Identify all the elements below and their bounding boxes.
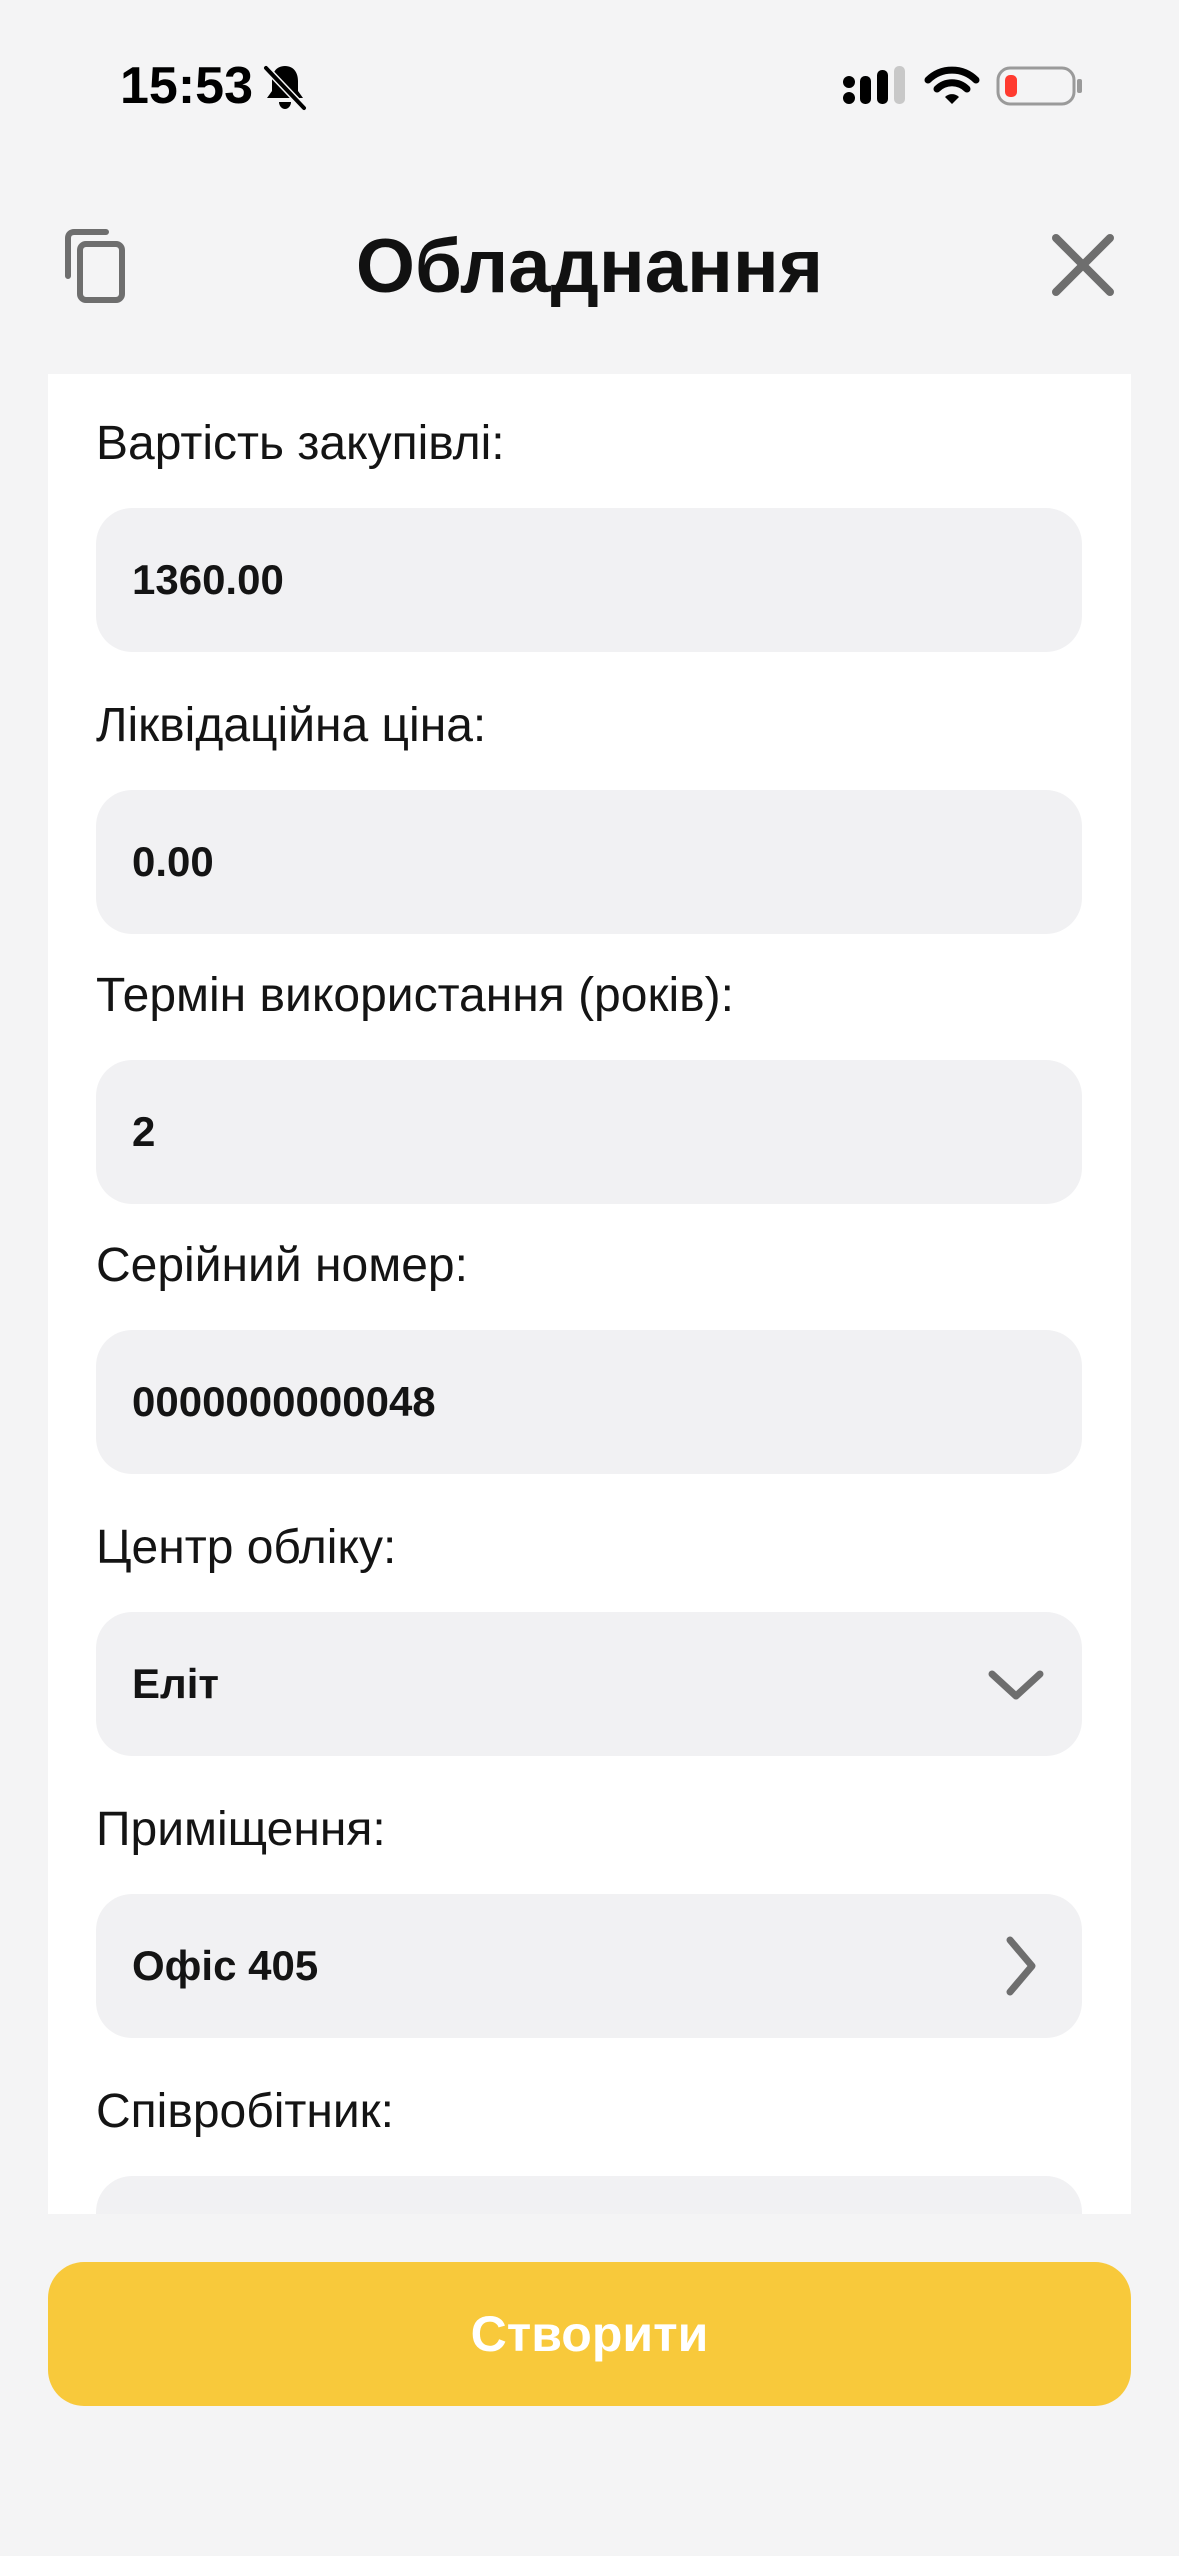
premises-label: Приміщення:: [96, 1803, 386, 1856]
accounting-center-value: Еліт: [132, 1660, 219, 1707]
employee-input[interactable]: [96, 2176, 1082, 2214]
close-icon[interactable]: [1050, 232, 1116, 298]
purchase-cost-label: Вартість закупівлі:: [96, 417, 505, 470]
liquidation-price-input[interactable]: 0.00: [96, 790, 1082, 934]
battery-low-icon: [996, 66, 1082, 106]
serial-number-input[interactable]: 0000000000048: [96, 1330, 1082, 1474]
accounting-center-select[interactable]: Еліт: [96, 1612, 1082, 1756]
employee-label: Співробітник:: [96, 2085, 395, 2138]
usage-term-label: Термін використання (років):: [96, 969, 734, 1022]
purchase-cost-input[interactable]: 1360.00: [96, 508, 1082, 652]
status-time: 15:53: [120, 57, 253, 115]
chevron-right-icon: [1006, 1936, 1036, 1996]
purchase-cost-value: 1360.00: [132, 556, 284, 603]
form-card: Вартість закупівлі: 1360.00 Ліквідаційна…: [48, 374, 1131, 2214]
bell-slash-icon: [263, 65, 307, 111]
premises-select[interactable]: Офіс 405: [96, 1894, 1082, 2038]
usage-term-value: 2: [132, 1108, 156, 1155]
status-bar: 15:53: [0, 0, 1179, 140]
page-title: Обладнання: [355, 224, 824, 309]
liquidation-price-value: 0.00: [132, 838, 214, 885]
chevron-down-icon: [988, 1670, 1044, 1700]
signal-icon: [843, 66, 905, 104]
serial-number-value: 0000000000048: [132, 1378, 436, 1425]
usage-term-input[interactable]: 2: [96, 1060, 1082, 1204]
serial-number-label: Серійний номер:: [96, 1239, 468, 1292]
liquidation-price-label: Ліквідаційна ціна:: [96, 699, 487, 752]
wifi-icon: [924, 66, 980, 104]
create-button-label: Створити: [470, 2306, 709, 2362]
header: Обладнання: [0, 200, 1179, 330]
accounting-center-label: Центр обліку:: [96, 1521, 397, 1574]
create-button[interactable]: Створити: [48, 2262, 1131, 2406]
premises-value: Офіс 405: [132, 1942, 319, 1989]
